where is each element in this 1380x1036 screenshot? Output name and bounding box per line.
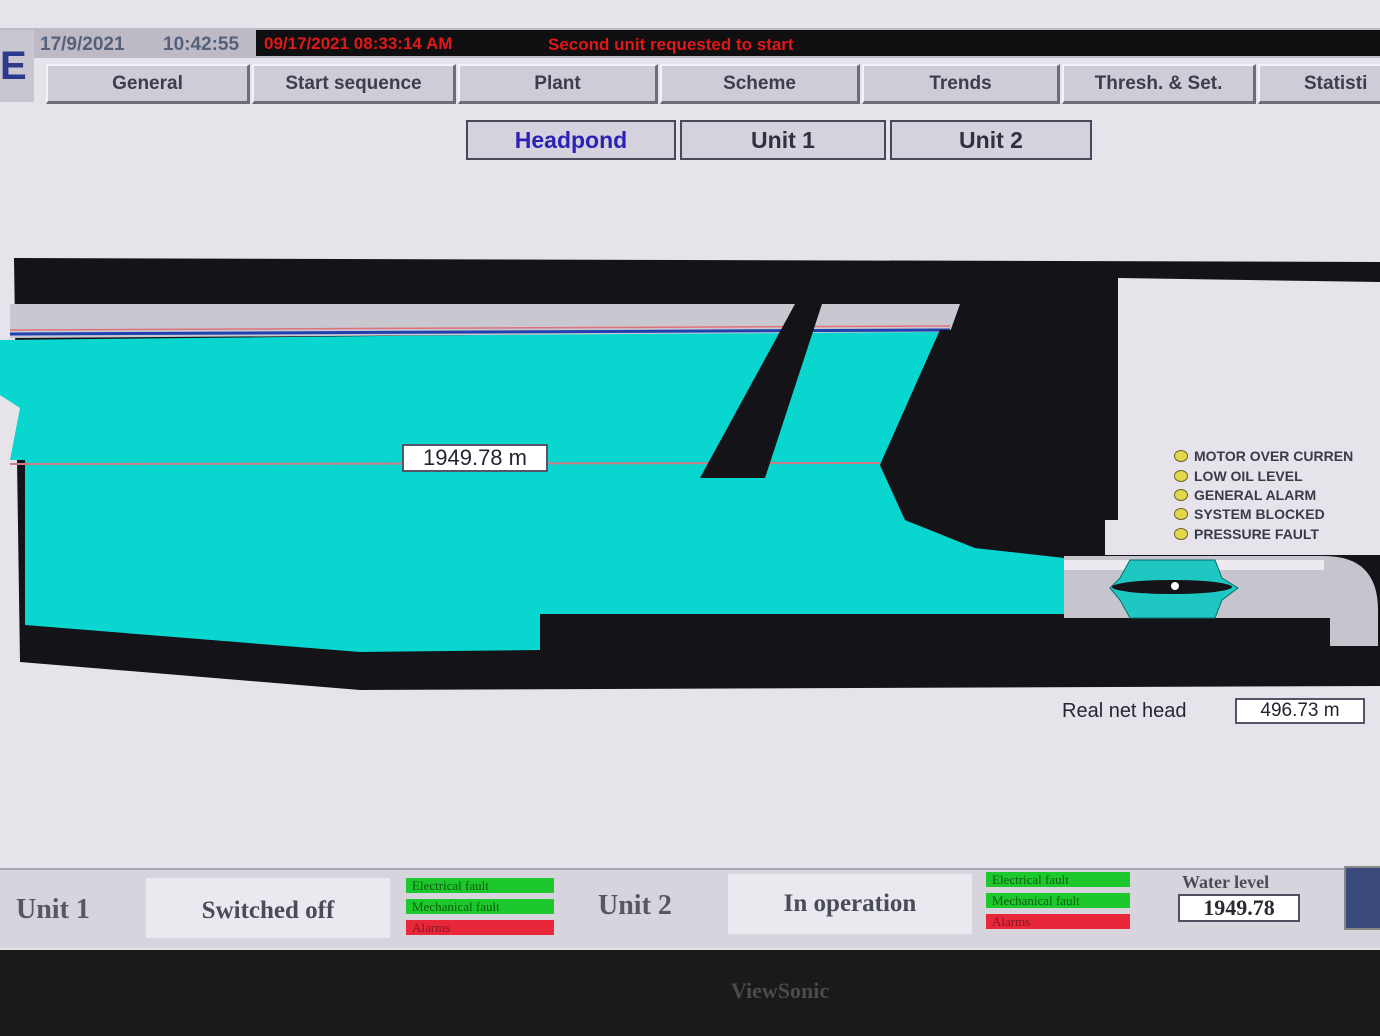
tab-general[interactable]: General <box>46 64 250 104</box>
operator-avatar[interactable] <box>1344 866 1380 930</box>
indicator-low-oil-level: LOW OIL LEVEL <box>1174 468 1303 484</box>
status-lamp-icon <box>1174 450 1188 462</box>
unit-1-electrical-fault: Electrical fault <box>406 878 554 893</box>
status-lamp-icon <box>1174 470 1188 482</box>
status-lamp-icon <box>1174 489 1188 501</box>
scada-screen: E 17/9/2021 10:42:55 09/17/2021 08:33:14… <box>0 0 1380 950</box>
water-level-value: 1949.78 <box>1178 894 1300 922</box>
water-level-label: Water level <box>1182 872 1270 892</box>
alarm-message: Second unit requested to start <box>548 35 794 54</box>
status-lamp-icon <box>1174 508 1188 520</box>
headpond-scheme <box>0 258 1380 690</box>
monitor-brand-logo: ViewSonic <box>730 978 830 1003</box>
unit-1-mechanical-fault: Mechanical fault <box>406 899 554 914</box>
tab-start-sequence[interactable]: Start sequence <box>252 64 456 104</box>
current-date: 17/9/2021 <box>40 34 125 55</box>
alarm-timestamp: 09/17/2021 08:33:14 AM <box>264 34 453 53</box>
tab-unit-1[interactable]: Unit 1 <box>680 120 886 160</box>
unit-2-alarms: Alarms <box>986 914 1130 929</box>
indicator-pressure-fault: PRESSURE FAULT <box>1174 526 1319 542</box>
unit-2-state: In operation <box>728 874 972 934</box>
unit-2-electrical-fault: Electrical fault <box>986 872 1130 887</box>
real-net-head-label: Real net head <box>1062 700 1187 722</box>
unit-2-name[interactable]: Unit 2 <box>598 890 672 922</box>
tab-plant[interactable]: Plant <box>458 64 658 104</box>
company-logo: E <box>0 30 34 102</box>
real-net-head-value: 496.73 m <box>1235 698 1365 724</box>
tab-scheme[interactable]: Scheme <box>660 64 860 104</box>
unit-1-state: Switched off <box>146 878 390 938</box>
tab-unit-2[interactable]: Unit 2 <box>890 120 1092 160</box>
tab-headpond[interactable]: Headpond <box>466 120 676 160</box>
current-time: 10:42:55 <box>163 34 240 55</box>
tab-statistics[interactable]: Statisti <box>1258 64 1380 104</box>
tab-thresholds-settings[interactable]: Thresh. & Set. <box>1062 64 1256 104</box>
unit-1-name[interactable]: Unit 1 <box>16 894 90 926</box>
tab-trends[interactable]: Trends <box>862 64 1060 104</box>
headpond-level-value: 1949.78 m <box>402 444 548 472</box>
indicator-general-alarm: GENERAL ALARM <box>1174 487 1316 503</box>
indicator-system-blocked: SYSTEM BLOCKED <box>1174 506 1325 522</box>
indicator-motor-over-current: MOTOR OVER CURREN <box>1174 448 1353 464</box>
unit-1-alarms: Alarms <box>406 920 554 935</box>
status-lamp-icon <box>1174 528 1188 540</box>
unit-2-mechanical-fault: Mechanical fault <box>986 893 1130 908</box>
